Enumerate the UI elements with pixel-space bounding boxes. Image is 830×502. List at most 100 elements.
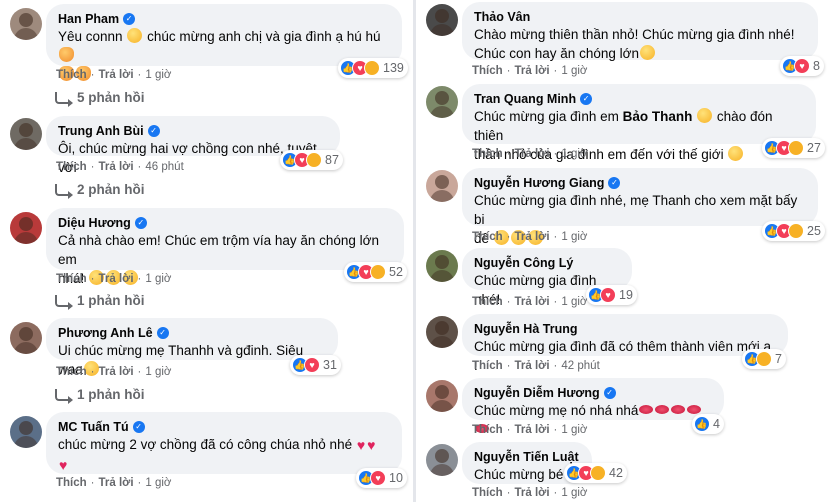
- reply-link[interactable]: Trả lời: [99, 273, 134, 285]
- reaction-summary[interactable]: 👍 ♥ 42: [564, 463, 627, 483]
- reply-link[interactable]: Trả lời: [99, 161, 134, 173]
- right-comment-column: Thảo Vân Chào mừng thiên thần nhỏ! Chúc …: [416, 0, 830, 502]
- commenter-name[interactable]: Tran Quang Minh: [474, 92, 576, 106]
- comment-time[interactable]: 1 giờ: [561, 296, 587, 308]
- view-replies-link[interactable]: 2 phản hồi: [55, 182, 145, 199]
- mentioned-name[interactable]: Bảo Thanh: [623, 109, 693, 124]
- comment-time[interactable]: 1 giờ: [145, 366, 171, 378]
- like-link[interactable]: Thích: [56, 477, 87, 489]
- like-link[interactable]: Thích: [472, 231, 503, 243]
- kiss-mark-icon: [639, 405, 654, 414]
- smiling-face-icon: [697, 108, 713, 123]
- reaction-summary[interactable]: 👍 ♥ 10: [356, 468, 407, 488]
- avatar[interactable]: [426, 316, 458, 348]
- like-link[interactable]: Thích: [56, 366, 87, 378]
- like-link[interactable]: Thích: [56, 161, 87, 173]
- commenter-name[interactable]: Phương Anh Lê: [58, 326, 153, 340]
- avatar[interactable]: [426, 444, 458, 476]
- commenter-name[interactable]: Nguyễn Hương Giang: [474, 176, 604, 190]
- reply-link[interactable]: Trả lời: [515, 148, 550, 160]
- comment-actions: Thích · Trả lời · 1 giờ: [56, 273, 172, 285]
- comment-time[interactable]: 1 giờ: [561, 148, 587, 160]
- reply-link[interactable]: Trả lời: [515, 487, 550, 499]
- reaction-count: 19: [619, 288, 633, 302]
- verified-badge-icon: ✓: [603, 386, 616, 399]
- comment-time[interactable]: 46 phút: [145, 161, 183, 173]
- view-replies-link[interactable]: 1 phản hồi: [55, 387, 145, 404]
- reaction-summary[interactable]: 👍 7: [742, 349, 786, 369]
- like-link[interactable]: Thích: [56, 69, 87, 81]
- reaction-summary[interactable]: 👍 ♥ 19: [586, 285, 637, 305]
- avatar[interactable]: [426, 170, 458, 202]
- commenter-name[interactable]: Trung Anh Bùi: [58, 124, 144, 138]
- reaction-summary[interactable]: 👍 ♥ 139: [338, 58, 408, 78]
- reply-arrow-icon: [55, 294, 73, 310]
- comment-time[interactable]: 1 giờ: [561, 65, 587, 77]
- avatar[interactable]: [10, 118, 42, 150]
- comment-time[interactable]: 1 giờ: [561, 231, 587, 243]
- comment-time[interactable]: 42 phút: [561, 360, 599, 372]
- avatar[interactable]: [426, 86, 458, 118]
- comment-actions: Thích · Trả lời · 1 giờ: [472, 231, 588, 243]
- commenter-name[interactable]: Nguyễn Công Lý: [474, 256, 573, 270]
- kiss-mark-icon: [687, 405, 702, 414]
- reaction-count: 27: [807, 141, 821, 155]
- comment-actions: Thích · Trả lời · 1 giờ: [472, 65, 588, 77]
- reply-link[interactable]: Trả lời: [99, 69, 134, 81]
- comment-time[interactable]: 1 giờ: [145, 69, 171, 81]
- comment-time[interactable]: 1 giờ: [561, 487, 587, 499]
- like-link[interactable]: Thích: [472, 296, 503, 308]
- reply-arrow-icon: [55, 91, 73, 107]
- reply-link[interactable]: Trả lời: [99, 477, 134, 489]
- comment-time[interactable]: 1 giờ: [145, 477, 171, 489]
- avatar[interactable]: [10, 8, 42, 40]
- commenter-name[interactable]: Nguyễn Tiến Luật: [474, 450, 579, 464]
- commenter-name[interactable]: Nguyễn Diễm Hương: [474, 386, 600, 400]
- reply-link[interactable]: Trả lời: [515, 296, 550, 308]
- commenter-name[interactable]: Nguyễn Hà Trung: [474, 322, 577, 336]
- reply-link[interactable]: Trả lời: [99, 366, 134, 378]
- like-link[interactable]: Thích: [472, 148, 503, 160]
- reply-link[interactable]: Trả lời: [515, 65, 550, 77]
- comment-time[interactable]: 1 giờ: [145, 273, 171, 285]
- like-link[interactable]: Thích: [472, 487, 503, 499]
- reaction-summary[interactable]: 👍 ♥ 52: [344, 262, 407, 282]
- reaction-summary[interactable]: 👍 ♥ 27: [762, 138, 825, 158]
- comment-time[interactable]: 1 giờ: [561, 424, 587, 436]
- like-link[interactable]: Thích: [472, 360, 503, 372]
- reaction-summary[interactable]: 👍 4: [692, 414, 724, 434]
- haha-reaction-icon: [756, 351, 772, 367]
- view-replies-link[interactable]: 1 phản hồi: [55, 293, 145, 310]
- reaction-count: 31: [323, 358, 337, 372]
- avatar[interactable]: [10, 212, 42, 244]
- reaction-summary[interactable]: 👍 ♥ 25: [762, 221, 825, 241]
- reaction-summary[interactable]: 👍 ♥ 87: [280, 150, 343, 170]
- avatar[interactable]: [10, 416, 42, 448]
- comment-text: Chào mừng thiên thần nhỏ! Chúc mừng gia …: [474, 27, 795, 42]
- commenter-name[interactable]: MC Tuấn Tú: [58, 420, 129, 434]
- view-replies-link[interactable]: 5 phản hồi: [55, 90, 145, 107]
- reply-link[interactable]: Trả lời: [515, 231, 550, 243]
- like-link[interactable]: Thích: [472, 424, 503, 436]
- like-link[interactable]: Thích: [56, 273, 87, 285]
- reaction-count: 87: [325, 153, 339, 167]
- reaction-summary[interactable]: 👍 ♥ 31: [290, 355, 341, 375]
- reply-link[interactable]: Trả lời: [515, 360, 550, 372]
- commenter-name[interactable]: Thảo Vân: [474, 10, 530, 24]
- comment-bubble: Tran Quang Minh ✓ Chúc mừng gia đình em …: [462, 84, 816, 162]
- reaction-summary[interactable]: 👍 ♥ 8: [780, 56, 824, 76]
- avatar[interactable]: [426, 4, 458, 36]
- comment-actions: Thích · Trả lời · 1 giờ: [472, 296, 588, 308]
- like-link[interactable]: Thích: [472, 65, 503, 77]
- comment-actions: Thích · Trả lời · 46 phút: [56, 161, 184, 173]
- commenter-name[interactable]: Han Pham: [58, 12, 119, 26]
- avatar[interactable]: [10, 322, 42, 354]
- comment-actions: Thích · Trả lời · 1 giờ: [472, 424, 588, 436]
- reply-link[interactable]: Trả lời: [515, 424, 550, 436]
- comment-text: Chúc mừng gia đình em Bảo Thanh chào đón…: [474, 108, 773, 143]
- avatar[interactable]: [426, 250, 458, 282]
- commenter-name[interactable]: Diệu Hương: [58, 216, 131, 230]
- avatar[interactable]: [426, 380, 458, 412]
- comment-actions: Thích · Trả lời · 1 giờ: [56, 366, 172, 378]
- verified-badge-icon: ✓: [147, 124, 160, 137]
